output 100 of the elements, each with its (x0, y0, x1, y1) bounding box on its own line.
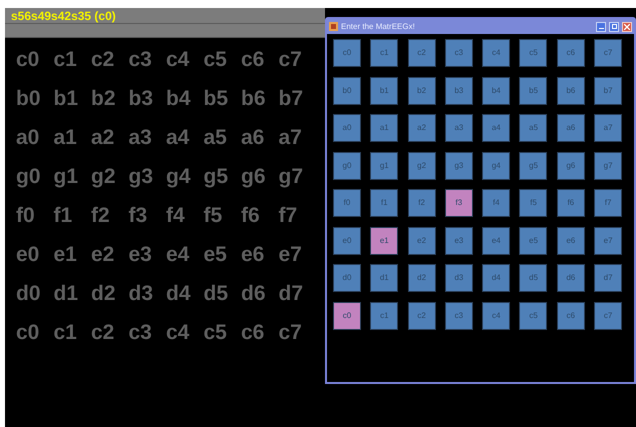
matrix-letter: a6 (241, 127, 266, 148)
matrix-letter: c4 (166, 322, 190, 343)
matrix-cell[interactable]: c4 (482, 302, 510, 330)
matrix-cell[interactable]: a7 (594, 114, 622, 142)
matrix-letter: g5 (204, 166, 230, 187)
matrix-cell[interactable]: d3 (444, 264, 473, 292)
matrix-cell[interactable]: e6 (556, 226, 585, 254)
matrix-cell[interactable]: e4 (482, 226, 510, 254)
matrix-letter: e6 (241, 244, 266, 265)
matrix-cell[interactable]: c3 (444, 302, 473, 330)
matrix-letter: e0 (16, 244, 40, 265)
matrix-cell[interactable]: e7 (594, 226, 622, 254)
matrix-cell[interactable]: c7 (594, 302, 622, 330)
matrix-letter: f0 (16, 205, 36, 226)
matrix-cell[interactable]: g1 (370, 152, 398, 180)
matrix-cell[interactable]: a1 (370, 114, 398, 142)
matrix-letter: c1 (54, 322, 78, 343)
matrix-letter: b4 (166, 88, 192, 109)
matrix-cell[interactable]: g6 (556, 152, 585, 180)
matrix-cell[interactable]: g0 (333, 152, 361, 180)
matrix-letter: b1 (54, 88, 80, 109)
matrix-cell[interactable]: d6 (556, 264, 585, 292)
matrix-cell[interactable]: b3 (444, 76, 473, 104)
matrix-cell[interactable]: a2 (408, 114, 436, 142)
matrix-cell[interactable]: g2 (408, 152, 436, 180)
matrix-cell[interactable]: b0 (333, 76, 361, 104)
matrix-cell[interactable]: d5 (519, 264, 548, 292)
matrix-cell[interactable]: c0 (333, 302, 361, 330)
matrix-cell[interactable]: b5 (519, 76, 548, 104)
matrix-letter: c3 (128, 49, 153, 70)
matrix-letter: c3 (128, 322, 153, 343)
matrix-cell[interactable]: d1 (370, 264, 398, 292)
matrix-cell[interactable]: f2 (408, 189, 436, 217)
matrix-cell[interactable]: b4 (482, 76, 510, 104)
matrix-cell[interactable]: f1 (370, 189, 398, 217)
matrix-letter: e5 (204, 244, 228, 265)
matrix-letter: f7 (278, 205, 298, 226)
matrix-cell[interactable]: b1 (370, 76, 398, 104)
matrix-letter: c5 (204, 322, 228, 343)
matrix-cell[interactable]: d4 (482, 264, 510, 292)
matrix-cell[interactable]: d2 (408, 264, 436, 292)
matrix-cell[interactable]: c2 (408, 302, 436, 330)
matrix-cell[interactable]: c3 (444, 39, 473, 67)
matrix-letter: e2 (91, 244, 116, 265)
matrix-cell[interactable]: f6 (556, 189, 585, 217)
matrix-cell[interactable]: c1 (370, 302, 398, 330)
matrix-cell[interactable]: b7 (594, 76, 622, 104)
matrix-cell[interactable]: d0 (333, 264, 361, 292)
matrix-cell[interactable]: c1 (370, 39, 398, 67)
matrix-letter: g6 (241, 166, 267, 187)
matrix-cell[interactable]: g7 (594, 152, 622, 180)
matrix-cell[interactable]: b6 (556, 76, 585, 104)
matrix-cell[interactable]: c7 (594, 39, 622, 67)
matrix-cell[interactable]: c4 (482, 39, 510, 67)
matrix-letter: b2 (91, 88, 117, 109)
matrix-cell[interactable]: g3 (444, 152, 473, 180)
matrix-letter: f3 (128, 205, 148, 226)
matrix-cell[interactable]: g5 (519, 152, 548, 180)
matrix-letter: c7 (278, 322, 303, 343)
matrix-letter: c6 (241, 322, 266, 343)
matrix-cell[interactable]: c5 (519, 39, 548, 67)
matrix-cell[interactable]: f4 (482, 189, 510, 217)
matrix-cell[interactable]: f5 (519, 189, 548, 217)
matrix-cell[interactable]: c6 (556, 39, 585, 67)
matrix-letter: a7 (278, 127, 303, 148)
matrix-letter: a1 (54, 127, 78, 148)
matrix-cell[interactable]: e0 (333, 226, 361, 254)
matrix-cell[interactable]: a4 (482, 114, 510, 142)
matrix-letter: c1 (54, 49, 78, 70)
matrix-cell[interactable]: a0 (333, 114, 361, 142)
matrix-cell[interactable]: a5 (519, 114, 548, 142)
matrix-cell[interactable]: c6 (556, 302, 585, 330)
matrix-letter: d6 (241, 283, 267, 304)
matrix-cell[interactable]: e5 (519, 226, 548, 254)
matrix-letter: d5 (204, 283, 230, 304)
matrix-letter: f5 (204, 205, 224, 226)
matrix-letter: a5 (204, 127, 228, 148)
matrix-letter: f2 (91, 205, 111, 226)
matrix-letter: f4 (166, 205, 186, 226)
matrix-letter: f6 (241, 205, 261, 226)
matrix-cell[interactable]: a3 (444, 114, 473, 142)
matrix-cell[interactable]: e3 (444, 226, 473, 254)
matrix-cell[interactable]: g4 (482, 152, 510, 180)
matrix-letter: b7 (278, 88, 304, 109)
matrix-letter: f1 (54, 205, 74, 226)
matrix-cell[interactable]: c0 (333, 39, 361, 67)
matrix-cell[interactable]: f0 (333, 189, 361, 217)
matrix-letter: d0 (16, 283, 42, 304)
matrix-cell[interactable]: f7 (594, 189, 622, 217)
matrix-cell[interactable]: a6 (556, 114, 585, 142)
matrix-letter: a0 (16, 127, 40, 148)
matrix-cell[interactable]: d7 (594, 264, 622, 292)
matrix-cell[interactable]: f3 (444, 189, 473, 217)
matrix-cell[interactable]: e2 (408, 226, 436, 254)
matrix-letter: g4 (166, 166, 192, 187)
matrix-letter: b5 (204, 88, 230, 109)
matrix-cell[interactable]: c5 (519, 302, 548, 330)
matrix-cell[interactable]: b2 (408, 76, 436, 104)
matrix-cell[interactable]: e1 (370, 226, 398, 254)
matrix-cell[interactable]: c2 (408, 39, 436, 67)
